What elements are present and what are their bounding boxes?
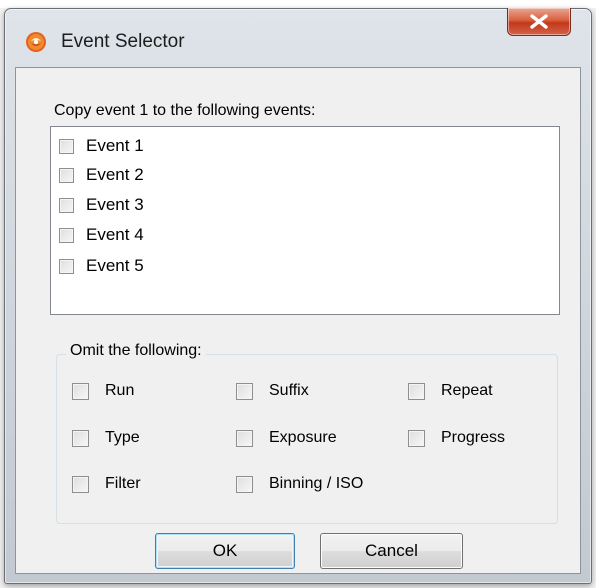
omit-suffix-option[interactable]: Suffix <box>236 382 309 400</box>
omit-run-option[interactable]: Run <box>72 382 134 400</box>
omit-suffix-checkbox[interactable] <box>236 382 253 400</box>
omit-suffix-label: Suffix <box>269 382 309 399</box>
event-item-1[interactable]: Event 1 <box>59 134 144 158</box>
omit-repeat-label: Repeat <box>441 382 493 399</box>
omit-binning-iso-option[interactable]: Binning / ISO <box>236 475 363 493</box>
omit-filter-checkbox[interactable] <box>72 475 89 493</box>
omit-run-checkbox[interactable] <box>72 382 89 400</box>
omit-type-label: Type <box>105 429 140 446</box>
omit-progress-option[interactable]: Progress <box>408 429 505 447</box>
event-selector-dialog: Event Selector Copy event 1 to the follo… <box>4 8 592 584</box>
events-checklist[interactable]: Event 1 Event 2 Event 3 Event 4 Event 5 <box>50 126 560 315</box>
dialog-client-area: Copy event 1 to the following events: Ev… <box>15 67 581 574</box>
omit-exposure-label: Exposure <box>269 429 337 446</box>
event-item-3[interactable]: Event 3 <box>59 193 144 217</box>
omit-repeat-checkbox[interactable] <box>408 382 425 400</box>
omit-exposure-option[interactable]: Exposure <box>236 429 337 447</box>
omit-type-option[interactable]: Type <box>72 429 140 447</box>
omit-exposure-checkbox[interactable] <box>236 429 253 447</box>
omit-run-label: Run <box>105 382 135 399</box>
event-item-label: Event 5 <box>86 256 144 275</box>
event-4-checkbox[interactable] <box>59 227 74 243</box>
event-item-label: Event 3 <box>86 195 144 214</box>
background-app-strip <box>0 0 596 8</box>
ok-button[interactable]: OK <box>155 533 295 569</box>
omit-group-title: Omit the following: <box>66 342 206 360</box>
omit-binning-iso-checkbox[interactable] <box>236 475 253 493</box>
omit-progress-label: Progress <box>441 429 506 446</box>
event-item-2[interactable]: Event 2 <box>59 163 144 187</box>
event-5-checkbox[interactable] <box>59 258 74 274</box>
event-item-5[interactable]: Event 5 <box>59 254 144 278</box>
event-item-4[interactable]: Event 4 <box>59 223 144 247</box>
copy-prompt-label: Copy event 1 to the following events: <box>54 102 316 119</box>
omit-filter-label: Filter <box>105 475 141 492</box>
omit-filter-option[interactable]: Filter <box>72 475 141 493</box>
event-1-checkbox[interactable] <box>59 138 74 154</box>
title-bar: Event Selector <box>5 8 591 61</box>
close-button[interactable] <box>507 8 571 36</box>
cancel-button[interactable]: Cancel <box>320 533 463 569</box>
omit-repeat-option[interactable]: Repeat <box>408 382 493 400</box>
close-x-icon <box>530 14 548 29</box>
omit-binning-iso-label: Binning / ISO <box>269 475 364 492</box>
window-title: Event Selector <box>61 31 185 52</box>
omit-type-checkbox[interactable] <box>72 429 89 447</box>
omit-progress-checkbox[interactable] <box>408 429 425 447</box>
event-item-label: Event 2 <box>86 165 144 184</box>
event-item-label: Event 1 <box>86 136 144 155</box>
event-3-checkbox[interactable] <box>59 197 74 213</box>
event-2-checkbox[interactable] <box>59 167 74 183</box>
app-logo-icon <box>25 31 47 53</box>
event-item-label: Event 4 <box>86 225 144 244</box>
